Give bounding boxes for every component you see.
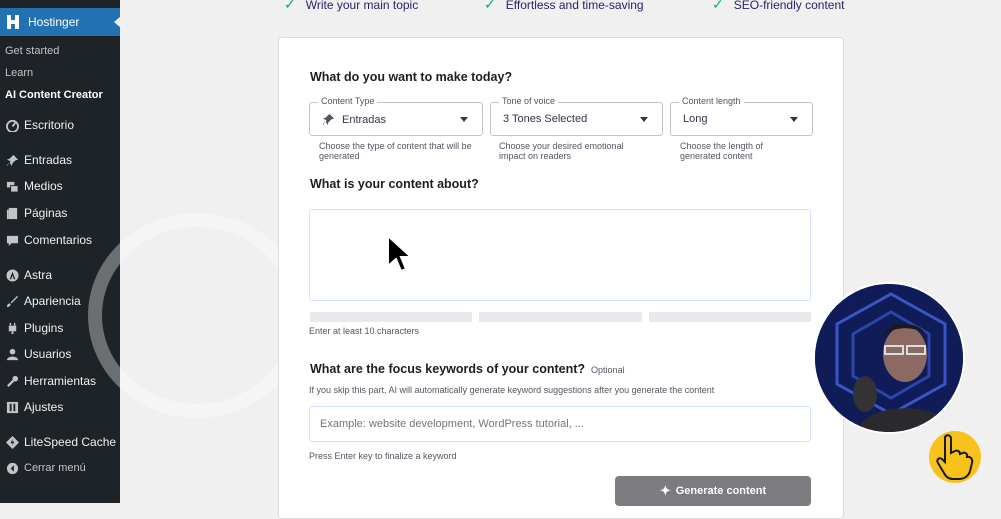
tone-of-voice-select[interactable]: Tone of voice 3 Tones Selected xyxy=(490,96,663,136)
sidebar-item-medios[interactable]: Medios xyxy=(0,176,120,196)
sidebar-item-label: Ajustes xyxy=(24,400,64,414)
keywords-input[interactable] xyxy=(309,406,811,442)
tone-help: Choose your desired emotional impact on … xyxy=(499,141,624,161)
users-icon xyxy=(5,347,19,361)
about-hint: Enter at least 10 characters xyxy=(309,326,420,336)
sidebar-item-label: Entradas xyxy=(24,153,73,167)
sidebar-item-label: Usuarios xyxy=(24,347,72,361)
plugins-icon xyxy=(5,321,19,335)
current-menu-arrow xyxy=(114,16,121,28)
feature-item: ✓ Effortless and time-saving xyxy=(484,0,644,13)
sidebar-item-label: Escritorio xyxy=(24,118,75,132)
keywords-hint: Press Enter key to finalize a keyword xyxy=(309,451,457,461)
mouse-cursor-icon xyxy=(387,234,414,273)
submenu-get-started[interactable]: Get started xyxy=(5,45,59,57)
chevron-down-icon xyxy=(790,117,798,122)
sidebar-item-label: Herramientas xyxy=(24,374,97,388)
length-help: Choose the length of generated content xyxy=(680,141,764,161)
optional-label: Optional xyxy=(591,365,625,375)
button-label: Generate content xyxy=(675,485,767,497)
sidebar-item-ajustes[interactable]: Ajustes xyxy=(0,397,120,417)
submenu-learn[interactable]: Learn xyxy=(5,67,33,79)
strength-bar xyxy=(310,312,472,322)
pin-icon xyxy=(322,113,335,126)
chevron-down-icon xyxy=(640,117,648,122)
strength-bar xyxy=(479,312,642,322)
sidebar-item-comentarios[interactable]: Comentarios xyxy=(0,230,120,250)
sidebar-item-label: Cerrar menú xyxy=(24,462,86,474)
sidebar-item-escritorio[interactable]: Escritorio xyxy=(0,115,120,135)
sidebar-collapse-menu[interactable]: Cerrar menú xyxy=(0,458,120,478)
sidebar-item-label: Medios xyxy=(24,179,63,193)
feature-item: ✓ Write your main topic xyxy=(284,0,418,13)
check-icon: ✓ xyxy=(284,0,296,12)
select-value: Long xyxy=(683,113,708,125)
content-length-select[interactable]: Content length Long xyxy=(670,96,813,136)
collapse-icon xyxy=(5,461,19,475)
sidebar-brand-label: Hostinger xyxy=(28,15,80,29)
media-icon xyxy=(5,179,19,193)
sidebar-item-entradas[interactable]: Entradas xyxy=(0,150,120,170)
submenu-ai-content-creator[interactable]: AI Content Creator xyxy=(5,89,103,101)
webcam-overlay xyxy=(813,282,965,434)
field-legend: Content length xyxy=(679,96,744,106)
sidebar-item-label: Apariencia xyxy=(24,294,81,308)
hostinger-logo-icon xyxy=(7,15,19,29)
section-title-keywords: What are the focus keywords of your cont… xyxy=(310,362,625,376)
sidebar-item-herramientas[interactable]: Herramientas xyxy=(0,371,120,391)
settings-icon xyxy=(5,400,19,414)
pin-icon xyxy=(5,153,19,167)
select-value: 3 Tones Selected xyxy=(503,113,588,125)
appearance-icon xyxy=(5,294,19,308)
field-legend: Tone of voice xyxy=(499,96,559,106)
feature-item: ✓ SEO-friendly content xyxy=(712,0,844,13)
select-value: Entradas xyxy=(342,113,387,126)
sidebar-item-label: Plugins xyxy=(24,321,64,335)
tools-icon xyxy=(5,374,19,388)
comments-icon xyxy=(5,233,19,247)
pages-icon xyxy=(5,206,19,220)
admin-sidebar: Hostinger Get started Learn AI Content C… xyxy=(0,0,121,503)
watermark-logo xyxy=(88,213,306,418)
content-type-help: Choose the type of content that will be … xyxy=(319,141,472,161)
keywords-description: If you skip this part, AI will automatic… xyxy=(309,385,715,395)
astra-icon xyxy=(5,268,19,282)
generate-content-button[interactable]: ✦ Generate content xyxy=(615,476,811,506)
content-about-textarea[interactable] xyxy=(309,209,811,301)
sidebar-item-label: Comentarios xyxy=(24,233,93,247)
pointing-hand-icon xyxy=(929,431,981,483)
section-title-about: What is your content about? xyxy=(310,177,479,191)
sidebar-item-paginas[interactable]: Páginas xyxy=(0,203,120,223)
check-icon: ✓ xyxy=(712,0,724,12)
strength-bar xyxy=(649,312,811,322)
content-type-select[interactable]: Content Type Entradas xyxy=(309,96,483,136)
sidebar-item-label: Astra xyxy=(24,268,53,282)
presenter-image xyxy=(815,284,963,432)
chevron-down-icon xyxy=(460,117,468,122)
sidebar-item-label: LiteSpeed Cache xyxy=(24,435,117,449)
dashboard-icon xyxy=(5,118,19,132)
sparkle-icon: ✦ xyxy=(659,483,671,498)
sidebar-item-label: Páginas xyxy=(24,206,68,220)
sidebar-item-litespeed-cache[interactable]: LiteSpeed Cache xyxy=(0,432,120,452)
check-icon: ✓ xyxy=(484,0,496,12)
field-legend: Content Type xyxy=(318,96,378,106)
sidebar-item-hostinger[interactable]: Hostinger xyxy=(0,8,121,36)
section-title-make: What do you want to make today? xyxy=(310,70,513,84)
litespeed-icon xyxy=(5,435,19,449)
